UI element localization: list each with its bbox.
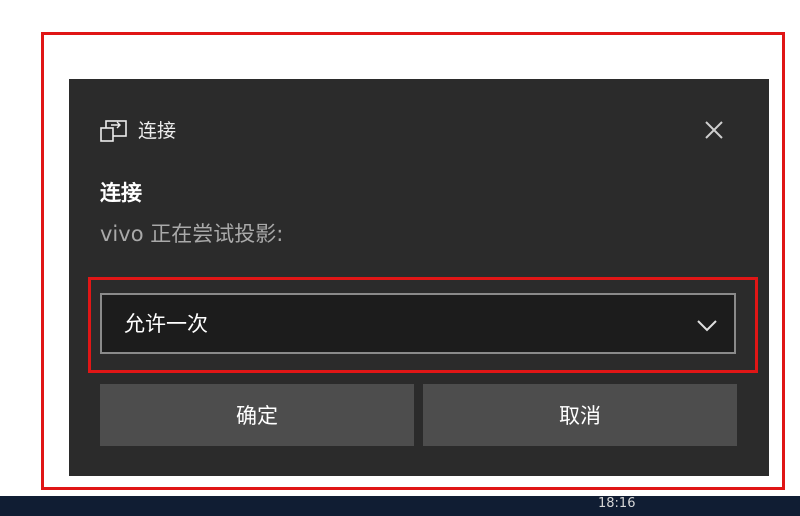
toast-header: 连接 [100,119,176,143]
confirm-button[interactable]: 确定 [100,384,414,446]
close-icon [701,117,727,143]
toast-message: vivo 正在尝试投影: [100,222,284,246]
screenshot-page: 连接 连接 vivo 正在尝试投影: 允许一次 确定 取消 18:16 [0,0,800,516]
permission-dropdown[interactable]: 允许一次 [100,293,736,354]
toast-title: 连接 [100,181,142,205]
cast-project-icon [100,119,128,143]
cancel-button[interactable]: 取消 [423,384,737,446]
dropdown-selected-value: 允许一次 [124,312,208,336]
taskbar-clock: 18:16 [598,496,636,511]
chevron-down-icon [696,314,718,336]
taskbar: 18:16 [0,496,800,516]
close-button[interactable] [701,117,727,143]
toast-app-name: 连接 [138,120,177,142]
